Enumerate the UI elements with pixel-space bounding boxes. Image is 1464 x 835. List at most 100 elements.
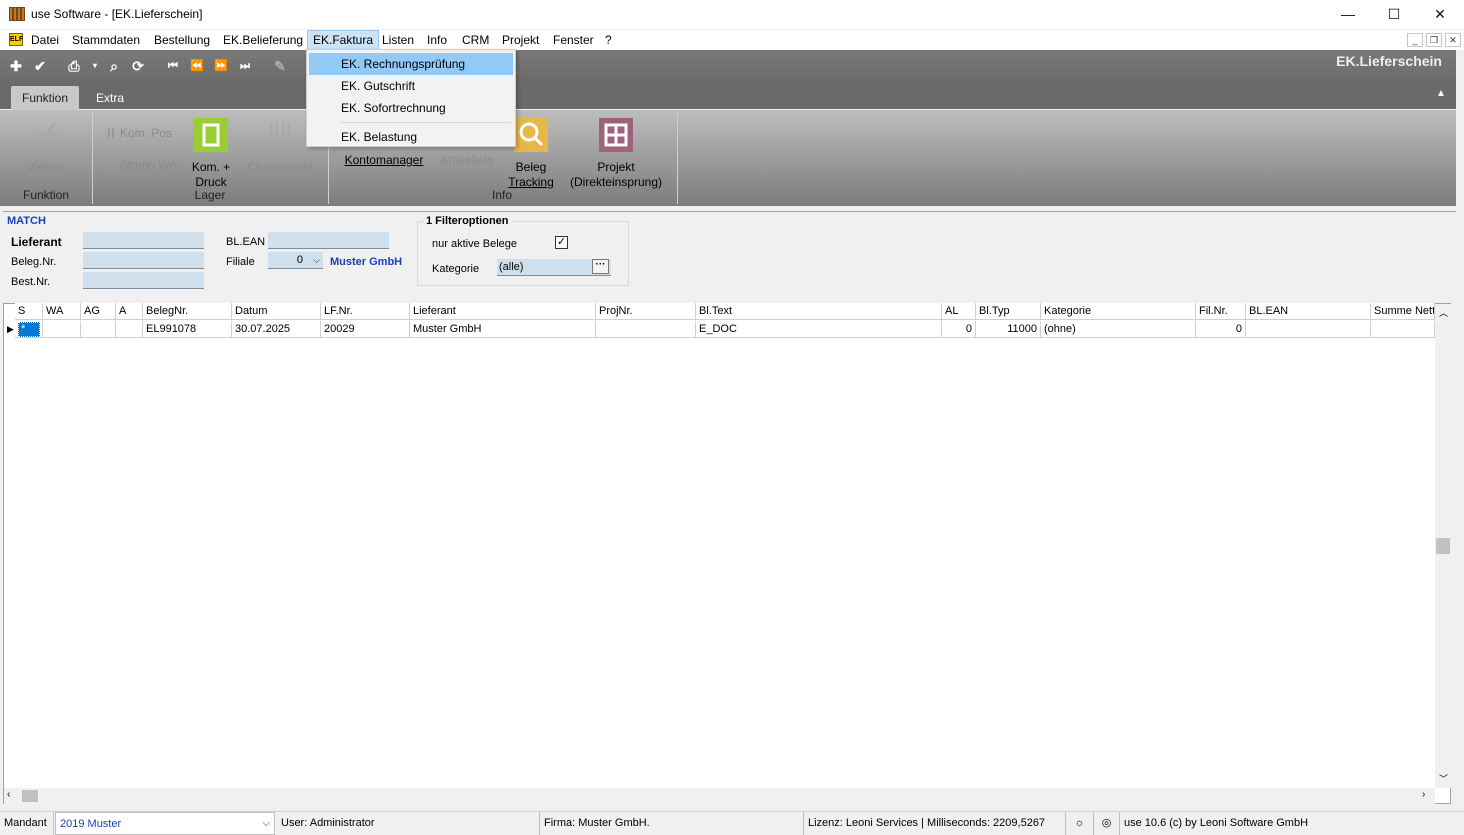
menu-item-rechnungspruefung[interactable]: EK. Rechnungsprüfung [309,53,513,75]
column-header-lfnr[interactable]: LF.Nr. [321,303,410,320]
mdi-close-icon[interactable]: ✕ [1445,33,1461,47]
scroll-up-icon[interactable]: ︿ [1439,306,1448,319]
column-header-s[interactable]: S [15,303,43,320]
column-header-datum[interactable]: Datum [232,303,321,320]
column-header-wa[interactable]: WA [43,303,81,320]
menu-item-sofortrechnung[interactable]: EK. Sofortrechnung [309,97,513,119]
column-header-filnr[interactable]: Fil.Nr. [1196,303,1246,320]
mandant-select[interactable]: 2019 Muster ⌵ [55,812,275,835]
filter-panel [3,211,1456,300]
table-cell-lieferant[interactable]: Muster GmbH [410,321,596,338]
scroll-right-icon[interactable]: › [1422,789,1425,800]
menu-ek-faktura[interactable]: EK.Faktura [307,30,380,50]
tab-extra[interactable]: Extra [85,86,135,110]
projekt-grid-icon [599,118,633,152]
table-cell-belegnr[interactable]: EL991078 [143,321,232,338]
vertical-scroll-thumb[interactable] [1436,538,1450,554]
check-icon[interactable]: ✔ [31,57,49,75]
next-icon[interactable]: ⏩ [212,57,230,75]
maximize-button[interactable]: ☐ [1371,0,1417,29]
zeilen-importieren-button[interactable]: Zeilen importieren [10,118,82,190]
menu-bestellung[interactable]: Bestellung [149,30,215,50]
column-header-ag[interactable]: AG [81,303,116,320]
mdi-minimize-icon[interactable]: _ [1407,33,1423,47]
search-icon[interactable]: ⌕ [105,57,123,75]
ribbon-tab-bar [0,83,1456,109]
column-header-blean[interactable]: BL.EAN [1246,303,1371,320]
column-header-projnr[interactable]: ProjNr. [596,303,696,320]
nur-aktive-checkbox[interactable]: ✓ [555,236,568,249]
table-cell-blean[interactable] [1246,321,1371,338]
table-cell-ag[interactable] [81,321,116,338]
status-lizenz: Lizenz: Leoni Services | Milliseconds: 2… [804,812,1066,835]
previous-icon[interactable]: ⏪ [188,57,206,75]
close-button[interactable]: ✕ [1417,0,1463,29]
menu-item-belastung[interactable]: EK. Belastung [309,126,513,148]
scroll-left-icon[interactable]: ‹ [7,789,10,800]
storno-wa-button[interactable]: Storno WA [108,158,178,172]
fingerprint-icon[interactable]: ◎ [1094,812,1120,835]
print-icon[interactable]: ⎙ [65,57,83,75]
menu-crm[interactable]: CRM [457,30,494,50]
belegnr-input[interactable] [83,252,204,269]
kom-pos-button[interactable]: Kom. Pos [108,126,172,140]
table-cell-bltyp[interactable]: 11000 [976,321,1041,338]
sun-icon[interactable]: ☼ [1066,812,1094,835]
table-cell-projnr[interactable] [596,321,696,338]
table-cell-kategorie[interactable]: (ohne) [1041,321,1196,338]
menu-ek-belieferung[interactable]: EK.Belieferung [218,30,308,50]
horizontal-scrollbar[interactable]: ‹ › [4,788,1435,804]
table-cell-lfnr[interactable]: 20029 [321,321,410,338]
blean-input[interactable] [268,232,389,249]
menu-item-gutschrift[interactable]: EK. Gutschrift [309,75,513,97]
table-cell-al[interactable]: 0 [942,321,976,338]
table-cell-wa[interactable] [43,321,81,338]
kom-druck-button[interactable]: Kom. + Druck [184,118,238,190]
vertical-scrollbar[interactable]: ︿ ﹀ [1435,304,1451,788]
table-cell-a[interactable] [116,321,143,338]
print-dropdown-icon[interactable]: ▾ [86,57,104,75]
ek-faktura-dropdown: EK. Rechnungsprüfung EK. Gutschrift EK. … [306,49,516,147]
column-header-belegnr[interactable]: BelegNr. [143,303,232,320]
status-firma: Firma: Muster GmbH. [540,812,804,835]
menu-info[interactable]: Info [422,30,452,50]
menu-help[interactable]: ? [600,30,617,50]
minimize-button[interactable]: — [1325,0,1371,29]
table-cell-summe-netto[interactable] [1371,321,1435,338]
ribbon-collapse-icon[interactable]: ▲ [1436,88,1446,99]
column-header-bltyp[interactable]: Bl.Typ [976,303,1041,320]
menu-stammdaten[interactable]: Stammdaten [67,30,145,50]
tab-funktion[interactable]: Funktion [11,86,80,110]
first-icon[interactable]: ⏮ [164,57,182,75]
add-icon[interactable]: ✚ [7,57,25,75]
bestnr-input[interactable] [83,272,204,289]
projekt-button[interactable]: Projekt (Direkteinsprung) [566,118,666,190]
column-header-al[interactable]: AL [942,303,976,320]
column-header-summe-netto[interactable]: Summe Netto [1371,303,1435,320]
scroll-down-icon[interactable]: ﹀ [1439,772,1448,785]
menu-projekt[interactable]: Projekt [497,30,544,50]
menu-listen[interactable]: Listen [377,30,419,50]
last-icon[interactable]: ⏭ [236,57,254,75]
menu-datei[interactable]: Datei [26,30,64,50]
edit-icon[interactable]: ✎ [271,57,289,75]
table-cell-datum[interactable]: 30.07.2025 [232,321,321,338]
table-cell-bltext[interactable]: E_DOC [696,321,942,338]
column-header-a[interactable]: A [116,303,143,320]
kategorie-ellipsis-button[interactable]: ··· [592,259,609,274]
column-header-kategorie[interactable]: Kategorie [1041,303,1196,320]
column-header-bltext[interactable]: Bl.Text [696,303,942,320]
table-cell-filnr[interactable]: 0 [1196,321,1246,338]
elf-logo-icon[interactable]: ELF [9,33,23,46]
refresh-icon[interactable]: ⟳ [129,57,147,75]
filiale-select[interactable]: 0 ⌵ [268,252,323,269]
table-cell-s[interactable]: * [15,321,43,338]
horizontal-scroll-thumb[interactable] [22,790,38,802]
column-header-lieferant[interactable]: Lieferant [410,303,596,320]
kontomanager-button[interactable]: Kontomanager [340,153,428,168]
artikelinfo-button[interactable]: Artikelinfo [434,153,500,168]
mdi-restore-icon[interactable]: ❐ [1426,33,1442,47]
menu-fenster[interactable]: Fenster [548,30,599,50]
data-grid [3,303,1451,804]
lieferant-input[interactable] [83,232,204,249]
